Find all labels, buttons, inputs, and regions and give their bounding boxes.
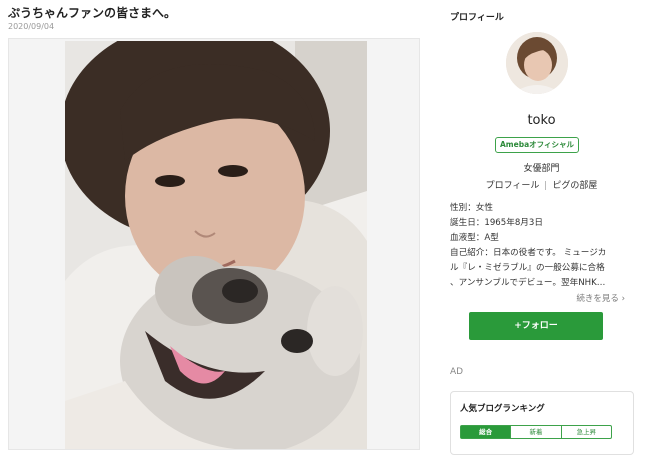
avatar[interactable]	[506, 32, 568, 94]
post-photo[interactable]	[65, 41, 367, 449]
info-bio-line-1: 自己紹介：日本の役者です。 ミュージカ	[450, 248, 607, 258]
pig-room-link[interactable]: ピグの部屋	[552, 181, 597, 191]
profile-info: 性別：女性 誕生日：1965年8月3日 血液型：A型 自己紹介：日本の役者です。…	[450, 201, 635, 291]
link-separator	[545, 181, 547, 190]
ranking-widget: 人気ブログランキング 総合 新着 急上昇	[450, 391, 634, 455]
info-birthday: 誕生日：1965年8月3日	[450, 218, 543, 228]
info-bio-line-3: 、アンサンブルでデビュー。翌年NHK…	[450, 278, 606, 288]
tab-new[interactable]: 新着	[510, 426, 560, 438]
profile-category[interactable]: 女優部門	[438, 161, 645, 174]
info-blood-type: 血液型：A型	[450, 233, 499, 243]
ranking-title[interactable]: 人気ブログランキング	[460, 402, 545, 414]
tab-rising[interactable]: 急上昇	[560, 426, 611, 438]
post-image-frame	[8, 38, 420, 450]
ad-label: AD	[450, 367, 464, 377]
profile-username[interactable]: toko	[438, 113, 645, 128]
info-bio-line-2: ル『レ・ミゼラブル』の一般公募に合格	[450, 263, 605, 273]
follow-button[interactable]: +フォロー	[469, 312, 603, 340]
post-date: 2020/09/04	[8, 22, 55, 31]
post-title[interactable]: ぷうちゃんファンの皆さまへ。	[8, 4, 176, 21]
blog-main: ぷうちゃんファンの皆さまへ。 2020/09/04	[0, 0, 430, 455]
official-badge: Amebaオフィシャル	[495, 137, 579, 153]
ranking-tabs: 総合 新着 急上昇	[460, 425, 612, 439]
profile-link[interactable]: プロフィール	[486, 181, 540, 191]
tab-overall[interactable]: 総合	[461, 426, 511, 438]
info-gender: 性別：女性	[450, 203, 493, 213]
profile-sidebar: プロフィール toko Amebaオフィシャル 女優部門 プロフィール ピグの部屋…	[438, 0, 645, 455]
read-more-link[interactable]: 続きを見る ›	[576, 292, 625, 304]
profile-links: プロフィール ピグの部屋	[438, 178, 645, 191]
profile-heading: プロフィール	[450, 13, 504, 23]
